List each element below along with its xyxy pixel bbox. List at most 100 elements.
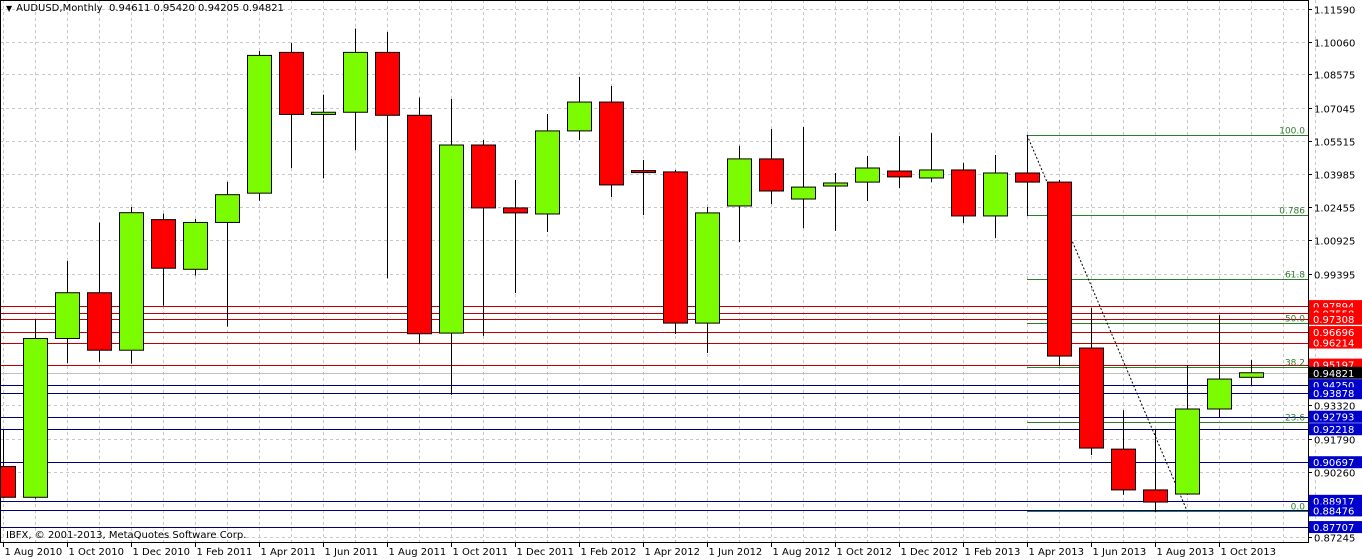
candle-dec-2010: [119, 207, 144, 364]
candle-aug-2011: [375, 31, 400, 279]
candle-body: [1015, 172, 1040, 183]
candle-may-2013: [1047, 179, 1072, 367]
candle-body: [983, 172, 1008, 217]
candle-jun-2011: [311, 94, 336, 179]
price-label: 0.88476: [1313, 506, 1354, 517]
triangle-down-icon[interactable]: ▼: [6, 4, 12, 13]
candle-feb-2013: [951, 163, 976, 224]
fib-level-label: 61.8: [1285, 271, 1305, 281]
candle-oct-2012: [823, 172, 848, 231]
horizontal-levels: [0, 306, 1308, 528]
candle-body: [55, 292, 80, 340]
candle-dec-2012: [887, 136, 912, 188]
candle-aug-2013: [1143, 428, 1168, 513]
time-axis[interactable]: 1 Aug 2010 1 Oct 2010 1 Dec 2010 1 Feb 2011…: [3, 543, 1276, 558]
chart-header: ▼ AUDUSD,Monthly 0.94611 0.95420 0.94205 …: [6, 3, 284, 14]
candle-aug-2012: [759, 128, 784, 205]
candle-body: [567, 101, 592, 132]
candle-jan-2013: [919, 133, 944, 183]
candle-nov-2013: [1239, 359, 1264, 387]
candle-body: [791, 186, 816, 200]
candle-body: [215, 194, 240, 223]
candle-body: [119, 212, 144, 351]
candlestick-chart[interactable]: 100.0 0.786 61.8 50.0 38.2 23.6 0.0 1.11590 1.1…: [0, 0, 1362, 560]
candle-mar-2012: [599, 86, 624, 198]
candle-body: [311, 111, 336, 115]
candle-body: [759, 158, 784, 192]
candle-oct-2010: [55, 261, 80, 364]
candle-body: [823, 182, 848, 187]
time-tick-label: 1 Apr 2011: [261, 547, 316, 558]
price-tick-label: 1.08575: [1314, 71, 1355, 82]
time-tick-label: 1 Apr 2012: [645, 547, 700, 558]
candle-body: [1111, 448, 1136, 491]
fib-level-label: 100.0: [1279, 127, 1305, 137]
candle-body: [1143, 489, 1168, 503]
candle-jan-2011: [151, 213, 176, 306]
candle-sep-2010: [23, 319, 48, 499]
candle-body: [1175, 408, 1200, 495]
candle-body: [631, 170, 656, 174]
candle-mar-2013: [983, 154, 1008, 239]
candle-body: [23, 338, 48, 498]
candle-may-2011: [279, 43, 304, 169]
candle-body: [247, 54, 272, 194]
time-tick-label: 1 Aug 2011: [389, 547, 447, 558]
price-tick-label: 1.00925: [1314, 237, 1355, 248]
ohlc-values: 0.94611 0.95420 0.94205 0.94821: [108, 3, 284, 14]
candle-body: [151, 219, 176, 269]
time-tick-label: 1 Aug 2010: [5, 547, 63, 558]
price-label: 0.92218: [1313, 425, 1354, 436]
time-tick-label: 1 Jun 2012: [709, 547, 763, 558]
time-tick-label: 1 Dec 2011: [517, 547, 575, 558]
fib-level-label: 0.0: [1291, 503, 1306, 513]
candle-apr-2012: [631, 159, 656, 216]
fib-level-label: 38.2: [1285, 359, 1305, 369]
fib-level-label: 0.786: [1279, 207, 1305, 217]
candle-jun-2012: [695, 207, 720, 354]
time-tick-label: 1 Dec 2010: [133, 547, 191, 558]
time-tick-label: 1 Aug 2013: [1157, 547, 1215, 558]
candle-body: [919, 169, 944, 179]
candle-apr-2013: [1015, 135, 1040, 216]
candle-sep-2011: [407, 97, 432, 344]
time-tick-label: 1 Feb 2011: [197, 547, 253, 558]
candle-body: [87, 292, 112, 351]
candle-feb-2012: [567, 76, 592, 141]
candle-aug-2010: [0, 429, 16, 498]
time-tick-label: 1 Oct 2010: [69, 547, 124, 558]
price-tick-label: 1.11590: [1314, 6, 1355, 17]
candle-feb-2011: [183, 218, 208, 276]
candle-body: [887, 170, 912, 178]
candle-dec-2011: [503, 179, 528, 293]
price-label: 0.97308: [1313, 315, 1354, 326]
price-tick-label: 1.07045: [1314, 105, 1355, 116]
time-tick-label: 1 Aug 2012: [773, 547, 831, 558]
candle-body: [951, 169, 976, 217]
price-label: 0.87707: [1313, 523, 1354, 534]
candle-body: [663, 171, 688, 324]
time-tick-label: 1 Jun 2013: [1093, 547, 1147, 558]
price-tick-label: 1.03985: [1314, 171, 1355, 182]
candle-body: [855, 167, 880, 183]
price-label: 0.90697: [1313, 458, 1354, 469]
candle-nov-2012: [855, 155, 880, 201]
time-tick-label: 1 Oct 2013: [1221, 547, 1276, 558]
time-tick-label: 1 Feb 2012: [581, 547, 637, 558]
candle-body: [727, 158, 752, 207]
candle-body: [1047, 181, 1072, 357]
copyright-text: IBFX, © 2001-2013, MetaQuotes Software C…: [6, 530, 247, 541]
candle-jan-2012: [535, 113, 560, 232]
time-tick-label: 1 Jun 2011: [325, 547, 379, 558]
candle-mar-2011: [215, 181, 240, 327]
price-labels: 0.978940.975580.973080.966960.962140.951…: [1309, 300, 1362, 534]
price-tick-label: 1.05515: [1314, 138, 1355, 149]
price-label: 0.94821: [1313, 369, 1354, 380]
price-tick-label: 1.02455: [1314, 204, 1355, 215]
candle-sep-2012: [791, 127, 816, 229]
candle-body: [503, 207, 528, 214]
time-tick-label: 1 Oct 2012: [837, 547, 892, 558]
candle-body: [599, 101, 624, 186]
symbol-timeframe: AUDUSD,Monthly: [16, 3, 103, 14]
candle-body: [0, 465, 16, 498]
